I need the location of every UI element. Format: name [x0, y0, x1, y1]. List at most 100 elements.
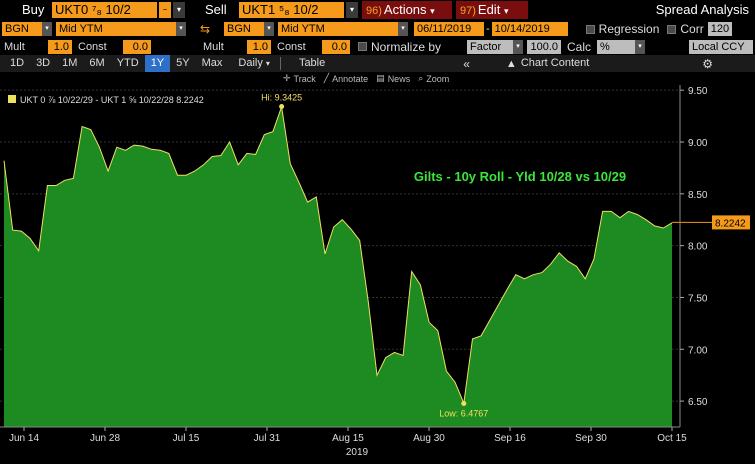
period-tab-ytd[interactable]: YTD [111, 55, 145, 72]
buy-security-field[interactable]: UKT0 ⁷₈ 10/2 [52, 2, 157, 18]
const-right-field[interactable]: 0.0 [322, 39, 350, 54]
news-icon: ▤ [376, 73, 385, 83]
period-tabs: 1D 3D 1M 6M YTD 1Y 5Y Max Daily ▾ Table « ▲ Cha… [0, 55, 755, 72]
sell-security-field[interactable]: UKT1 ⁵₈ 10/2 [239, 2, 344, 18]
edit-button[interactable]: 97) Edit ▾ [456, 1, 528, 19]
news-button[interactable]: News [388, 74, 411, 84]
legend-label: UKT 0 ⅞ 10/22/29 - UKT 1 ⅝ 10/22/28 8.22… [20, 95, 204, 105]
mult-label-left: Mult [4, 40, 25, 53]
period-tab-1y[interactable]: 1Y [144, 55, 171, 72]
annotation-toolbar: ✛ Track ╱ Annotate ▤ News ⌕ Zoom [0, 72, 755, 85]
hi-marker [279, 104, 285, 110]
mult-right-field[interactable]: 1.0 [247, 39, 271, 54]
mult-left-field[interactable]: 1.0 [48, 39, 72, 54]
x-tick-label: Jul 31 [254, 433, 281, 444]
actions-label: Actions [383, 2, 427, 17]
date-separator: - [486, 23, 490, 35]
const-left-field[interactable]: 0.0 [123, 39, 151, 54]
chevron-down-icon[interactable]: ▾ [264, 22, 274, 36]
period-tab-3d[interactable]: 3D [30, 55, 56, 72]
normalize-select[interactable]: Factor [467, 39, 513, 54]
low-marker [461, 401, 467, 407]
period-tab-1m[interactable]: 1M [56, 55, 83, 72]
edit-label: Edit [477, 2, 501, 17]
y-tick-label: 8.00 [688, 242, 708, 253]
legend-swatch [8, 95, 16, 103]
zoom-button[interactable]: Zoom [426, 74, 449, 84]
chevron-down-icon[interactable]: ▾ [42, 22, 52, 36]
x-tick-label: Sep 16 [494, 433, 526, 444]
track-icon: ✛ [283, 73, 291, 83]
last-value-label: 8.2242 [715, 218, 746, 229]
hi-label: Hi: 9.3425 [261, 93, 302, 103]
source-right-field[interactable]: BGN [224, 22, 264, 36]
annotate-icon: ╱ [323, 73, 330, 83]
chart-content-button[interactable]: Chart Content [517, 55, 595, 72]
normalize-checkbox[interactable] [358, 42, 367, 51]
chevron-down-icon[interactable]: ▾ [635, 39, 645, 54]
x-tick-label: Aug 15 [332, 433, 364, 444]
chevron-down-icon[interactable]: ▾ [173, 2, 185, 18]
source-toolbar: BGN ▾ Mid YTM ▾ ⇆ BGN ▾ Mid YTM ▾ 06/11/… [0, 20, 755, 38]
corr-checkbox[interactable] [667, 24, 677, 34]
gear-icon[interactable]: ⚙ [702, 57, 713, 71]
calc-select[interactable]: % [597, 39, 635, 54]
period-tab-max[interactable]: Max [196, 55, 229, 72]
chevron-down-icon[interactable]: ▾ [346, 2, 358, 18]
calc-label: Calc [567, 39, 592, 54]
main-toolbar: Buy UKT0 ⁷₈ 10/2 − ▾ Sell UKT1 ⁵₈ 10/2 ▾… [0, 0, 755, 20]
start-date-field[interactable]: 06/11/2019 [414, 22, 484, 36]
x-tick-label: Sep 30 [575, 433, 607, 444]
corr-value-field[interactable]: 120 [707, 22, 732, 36]
frequency-label: Daily [238, 57, 263, 69]
zoom-icon: ⌕ [418, 73, 424, 83]
x-tick-label: Jul 15 [173, 433, 200, 444]
edit-num: 97) [460, 5, 476, 17]
normalize-label: Normalize by [371, 39, 442, 54]
buy-label: Buy [22, 2, 45, 17]
annotate-button[interactable]: Annotate [332, 74, 368, 84]
source-left-field[interactable]: BGN [2, 22, 42, 36]
end-date-field[interactable]: 10/14/2019 [491, 22, 568, 36]
divider [279, 57, 281, 70]
chevron-down-icon: ▾ [503, 6, 509, 16]
y-tick-label: 9.00 [688, 138, 708, 149]
chevron-down-icon: ▾ [430, 6, 435, 16]
y-tick-label: 8.50 [688, 190, 708, 201]
corr-label: Corr [680, 22, 704, 36]
low-label: Low: 6.4767 [439, 409, 488, 419]
field-right-select[interactable]: Mid YTM [278, 22, 398, 36]
period-tab-5y[interactable]: 5Y [170, 55, 195, 72]
y-tick-label: 7.00 [688, 345, 708, 356]
mult-toolbar: Mult 1.0 Const 0.0 Mult 1.0 Const 0.0 No… [0, 38, 755, 55]
chevron-down-icon[interactable]: ▾ [176, 22, 186, 36]
spread-chart[interactable]: 6.50 7.00 7.50 8.00 8.50 9.00 9.50 Jun 14 Jun 2… [0, 85, 755, 464]
actions-button[interactable]: 96) Actions ▾ [362, 1, 452, 19]
period-tab-1d[interactable]: 1D [4, 55, 30, 72]
frequency-select[interactable]: Daily ▾ [232, 55, 276, 72]
table-button[interactable]: Table [293, 55, 331, 72]
y-tick-label: 6.50 [688, 397, 708, 408]
chart-title: Gilts - 10y Roll - Yld 10/28 vs 10/29 [414, 169, 626, 184]
x-tick-label: Jun 14 [9, 433, 39, 444]
x-tick-label: Jun 28 [90, 433, 120, 444]
x-tick-label: Aug 30 [413, 433, 445, 444]
const-label-left: Const [78, 40, 107, 53]
chevron-down-icon[interactable]: ▾ [398, 22, 408, 36]
actions-num: 96) [366, 5, 382, 17]
regression-checkbox[interactable] [585, 24, 595, 34]
chevron-down-icon[interactable]: ▾ [513, 39, 523, 54]
page-title: Spread Analysis [655, 2, 749, 17]
buy-minus-button[interactable]: − [159, 2, 171, 18]
chart-legend: UKT 0 ⅞ 10/22/29 - UKT 1 ⅝ 10/22/28 8.22… [8, 95, 204, 105]
track-button[interactable]: Track [294, 74, 316, 84]
field-left-select[interactable]: Mid YTM [56, 22, 176, 36]
collapse-left-icon[interactable]: « [463, 57, 470, 71]
const-label-right: Const [277, 40, 306, 53]
chart-icon: ▲ [505, 57, 517, 70]
ccy-select[interactable]: Local CCY [689, 39, 753, 54]
normalize-value-field[interactable]: 100.0 [527, 39, 561, 54]
period-tab-6m[interactable]: 6M [83, 55, 110, 72]
regression-label: Regression [598, 22, 660, 36]
swap-icon[interactable]: ⇆ [200, 22, 220, 36]
